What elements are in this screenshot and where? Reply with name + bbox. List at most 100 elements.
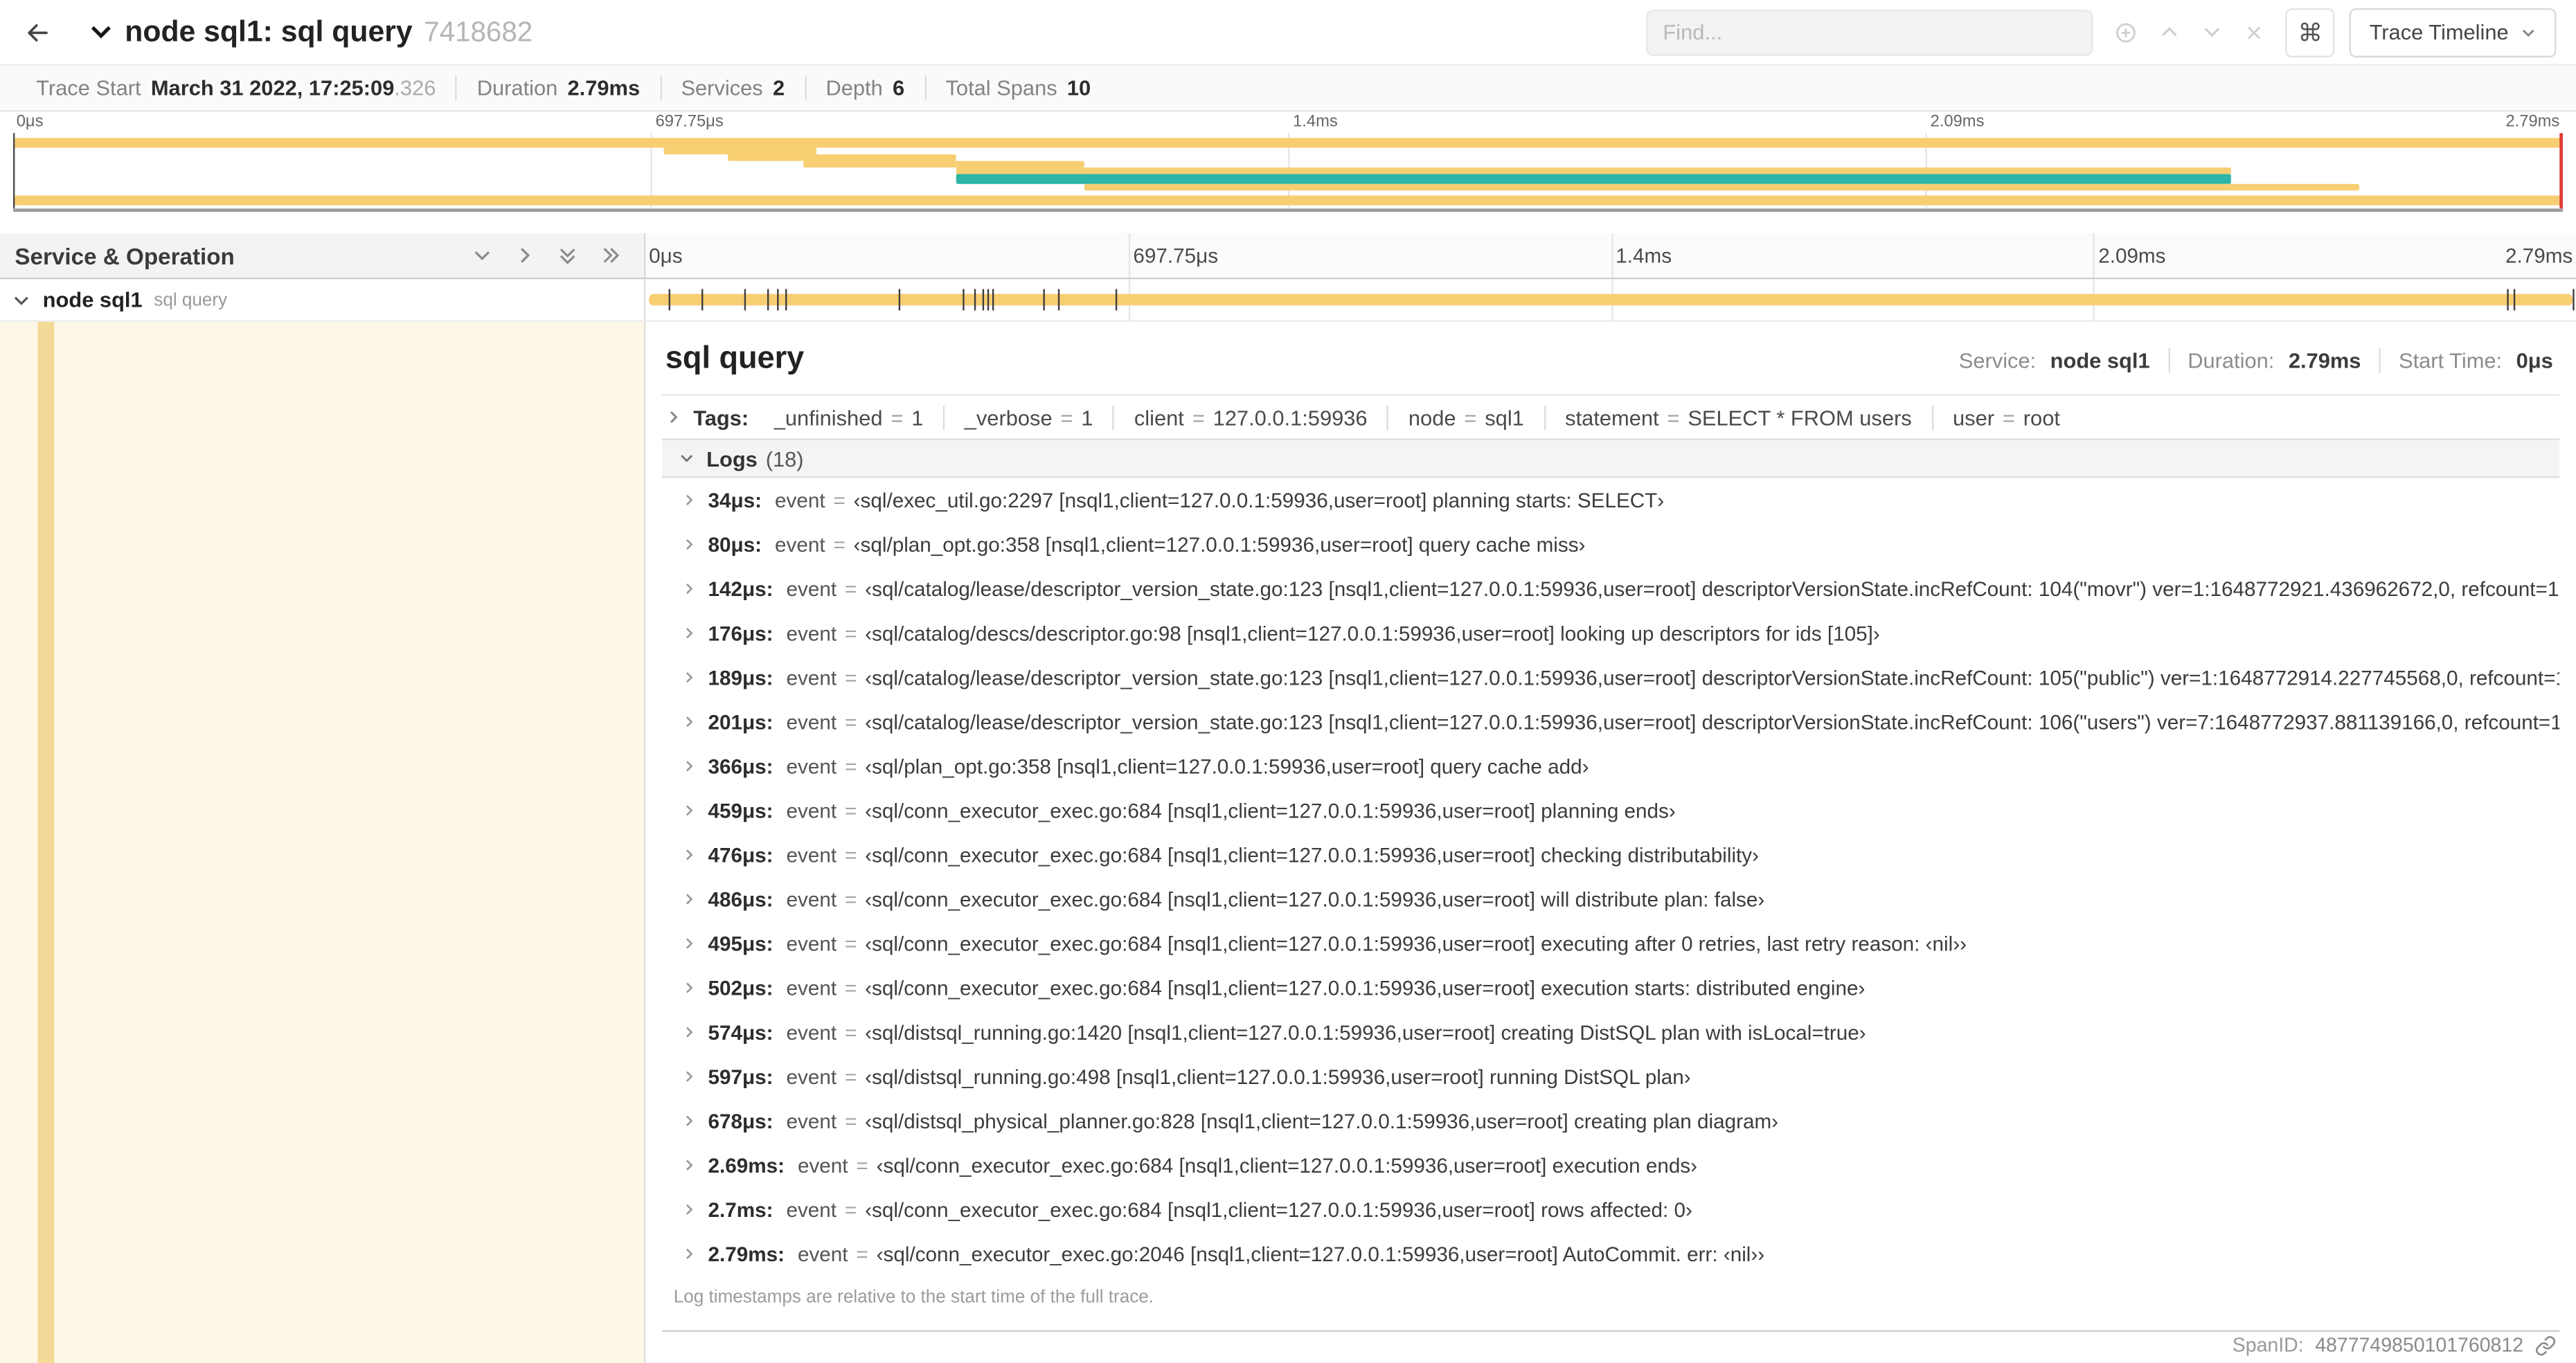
log-entry[interactable]: 495μs: event = ‹sql/conn_executor_exec.g…: [662, 921, 2559, 966]
find-input[interactable]: [1663, 19, 2077, 45]
meta-value: 0μs: [2516, 347, 2553, 373]
log-field-value: ‹sql/catalog/lease/descriptor_version_st…: [865, 577, 2560, 601]
chevron-down-icon[interactable]: [12, 290, 31, 309]
summary-value: 2.79ms: [567, 75, 641, 100]
minimap-span-bar: [956, 167, 2232, 174]
collapse-all-icon[interactable]: [600, 244, 621, 266]
collapse-trace-header-icon[interactable]: [89, 19, 114, 44]
log-timestamp: 486μs:: [708, 887, 773, 911]
minimap-left-handle[interactable]: [12, 133, 15, 209]
log-timestamp: 459μs:: [708, 799, 773, 822]
log-entry[interactable]: 366μs: event = ‹sql/plan_opt.go:358 [nsq…: [662, 744, 2559, 788]
summary-label: Trace Start: [36, 75, 141, 100]
clear-search-icon[interactable]: [2244, 22, 2264, 42]
tag: _unfinished = 1: [773, 405, 924, 430]
log-field-key: event: [775, 488, 825, 512]
focus-search-icon[interactable]: [2115, 21, 2138, 44]
log-equals: =: [844, 799, 857, 822]
left-arrow-icon: [28, 23, 48, 41]
minimap-right-marker[interactable]: [2559, 133, 2564, 209]
tag-value: sql1: [1485, 404, 1524, 430]
tag-value: SELECT * FROM users: [1688, 404, 1912, 430]
log-entry[interactable]: 597μs: event = ‹sql/distsql_running.go:4…: [662, 1054, 2559, 1099]
log-field-key: event: [786, 887, 837, 911]
logs-accordion[interactable]: Logs (18): [662, 438, 2560, 478]
tag-value: 1: [911, 404, 924, 430]
collapse-one-icon[interactable]: [515, 244, 536, 266]
log-entry[interactable]: 574μs: event = ‹sql/distsql_running.go:1…: [662, 1010, 2559, 1054]
time-tick-label: 2.09ms: [1930, 113, 1985, 132]
log-entry[interactable]: 80μs: event = ‹sql/plan_opt.go:358 [nsql…: [662, 522, 2559, 566]
tag: _verbose = 1: [942, 404, 1093, 430]
span-indent-guide: [37, 322, 55, 1363]
deep-link-icon[interactable]: [2535, 1335, 2557, 1356]
span-timeline-track: [645, 279, 2576, 321]
trace-title: node sql1: sql query 7418682: [125, 15, 533, 49]
log-equals: =: [844, 710, 857, 734]
log-timestamp: 2.7ms:: [708, 1198, 773, 1221]
command-key-icon: ⌘: [2298, 19, 2323, 47]
span-id-row: SpanID: 4877749850101760812: [662, 1332, 2559, 1363]
log-entry[interactable]: 486μs: event = ‹sql/conn_executor_exec.g…: [662, 877, 2559, 921]
log-field-key: event: [786, 1198, 837, 1221]
log-entry[interactable]: 2.7ms: event = ‹sql/conn_executor_exec.g…: [662, 1187, 2559, 1231]
keyboard-shortcuts-button[interactable]: ⌘: [2285, 7, 2335, 57]
meta-label: Duration:: [2188, 347, 2275, 373]
minimap-canvas[interactable]: [12, 133, 2564, 213]
log-field-key: event: [786, 799, 837, 822]
top-bar: node sql1: sql query 7418682 ⌘ Trace Tim…: [0, 0, 2576, 66]
log-field-value: ‹sql/plan_opt.go:358 [nsql1,client=127.0…: [865, 755, 1589, 778]
trace-view-dropdown[interactable]: Trace Timeline: [2350, 7, 2557, 57]
jaeger-trace-page: node sql1: sql query 7418682 ⌘ Trace Tim…: [0, 0, 2576, 1363]
tag-key: _unfinished: [773, 404, 883, 430]
time-tick-label: 0μs: [16, 113, 44, 132]
log-marker-tick: [981, 289, 984, 311]
log-entry[interactable]: 678μs: event = ‹sql/distsql_physical_pla…: [662, 1099, 2559, 1143]
log-field-value: ‹sql/distsql_running.go:498 [nsql1,clien…: [865, 1065, 1691, 1088]
log-equals: =: [856, 1153, 868, 1177]
chevron-right-icon: [682, 1202, 697, 1217]
log-entry[interactable]: 189μs: event = ‹sql/catalog/lease/descri…: [662, 656, 2559, 700]
log-entry[interactable]: 2.79ms: event = ‹sql/conn_executor_exec.…: [662, 1231, 2559, 1276]
log-timestamp: 574μs:: [708, 1020, 773, 1044]
log-entry[interactable]: 176μs: event = ‹sql/catalog/descs/descri…: [662, 611, 2559, 656]
chevron-right-icon: [682, 670, 697, 685]
log-field-value: ‹sql/conn_executor_exec.go:684 [nsql1,cl…: [865, 1198, 1692, 1221]
tag-equals: =: [1667, 404, 1680, 430]
log-entry[interactable]: 142μs: event = ‹sql/catalog/lease/descri…: [662, 566, 2559, 611]
tags-accordion[interactable]: Tags: _unfinished = 1 _verbose = 1 client = 12…: [662, 396, 2559, 439]
log-entry[interactable]: 502μs: event = ‹sql/conn_executor_exec.g…: [662, 966, 2559, 1010]
log-entry[interactable]: 2.69ms: event = ‹sql/conn_executor_exec.…: [662, 1143, 2559, 1187]
log-timestamp: 502μs:: [708, 976, 773, 1000]
timeline-header: Service & Operation 0μs 697.75μs 1.4ms 2.09…: [0, 233, 2576, 280]
time-tick-label: 697.75μs: [655, 113, 724, 132]
log-equals: =: [833, 488, 846, 512]
expand-all-icon[interactable]: [557, 244, 578, 266]
service-operation-heading: Service & Operation: [15, 242, 235, 269]
tag-value: root: [2023, 404, 2060, 430]
time-tick-label: 2.79ms: [2505, 244, 2573, 268]
tag: statement = SELECT * FROM users: [1544, 404, 1912, 430]
log-entry[interactable]: 201μs: event = ‹sql/catalog/lease/descri…: [662, 700, 2559, 744]
prev-result-icon[interactable]: [2159, 21, 2181, 43]
next-result-icon[interactable]: [2202, 21, 2224, 43]
chevron-right-icon: [682, 1114, 697, 1128]
summary-item: Total Spans 10: [924, 75, 1111, 100]
log-field-value: ‹sql/conn_executor_exec.go:684 [nsql1,cl…: [865, 932, 1967, 955]
log-entry[interactable]: 476μs: event = ‹sql/conn_executor_exec.g…: [662, 833, 2559, 877]
summary-label: Duration: [476, 75, 558, 100]
back-button[interactable]: [0, 0, 75, 64]
tags-heading: Tags:: [693, 404, 749, 430]
log-equals: =: [844, 1065, 857, 1088]
find-result-controls: [2108, 21, 2271, 44]
log-marker-tick: [2507, 289, 2509, 311]
tag-equals: =: [1464, 404, 1477, 430]
log-entry[interactable]: 34μs: event = ‹sql/exec_util.go:2297 [ns…: [662, 478, 2559, 522]
span-row-label[interactable]: node sql1 sql query: [0, 279, 646, 321]
log-timestamp: 2.79ms:: [708, 1242, 785, 1265]
expand-one-icon[interactable]: [472, 244, 493, 266]
log-field-value: ‹sql/catalog/lease/descriptor_version_st…: [865, 666, 2560, 689]
span-detail-title: sql query: [665, 341, 805, 377]
log-entry[interactable]: 459μs: event = ‹sql/conn_executor_exec.g…: [662, 788, 2559, 833]
tag-key: user: [1953, 404, 1995, 430]
